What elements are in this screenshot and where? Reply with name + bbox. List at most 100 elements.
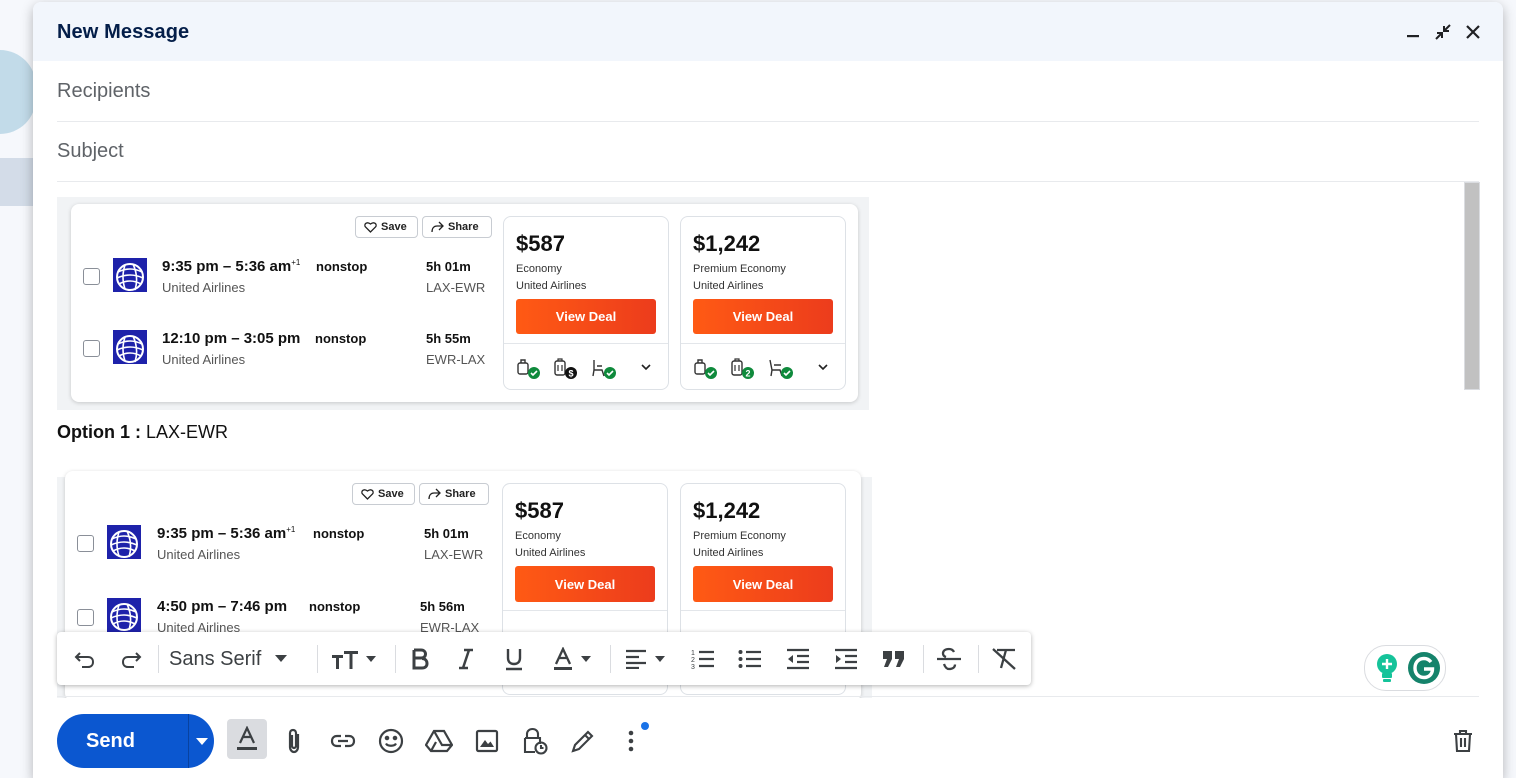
carry-on-bag-icon: [517, 359, 540, 379]
save-label: Save: [381, 221, 407, 233]
align-button[interactable]: [620, 643, 670, 675]
insert-photo-button[interactable]: [470, 724, 504, 758]
checked-bag-icon: $: [554, 358, 577, 379]
redo-button[interactable]: [115, 643, 147, 675]
attach-file-button[interactable]: [277, 724, 311, 758]
minimize-icon: [1407, 35, 1419, 38]
undo-icon: [74, 652, 95, 668]
flight-times: 4:50 pm – 7:46 pm: [157, 598, 288, 615]
recipients-input[interactable]: [57, 62, 1479, 121]
exit-fullscreen-icon: [1435, 24, 1451, 40]
text-size-button[interactable]: [327, 643, 381, 675]
send-button-group: Send: [57, 714, 214, 768]
price-amount: $587: [516, 231, 565, 256]
confidential-mode-button[interactable]: [518, 724, 552, 758]
bold-icon: [412, 648, 429, 670]
share-icon: [428, 488, 441, 500]
heart-icon: [361, 489, 374, 500]
notification-dot: [641, 722, 649, 730]
strikethrough-button[interactable]: [933, 643, 965, 675]
stops-label: nonstop: [309, 599, 361, 614]
airline-name: United Airlines: [157, 547, 241, 562]
svg-text:1: 1: [691, 650, 695, 657]
svg-text:2: 2: [691, 657, 695, 664]
italic-button[interactable]: [451, 643, 481, 675]
option-value: LAX-EWR: [141, 422, 229, 442]
view-deal-button: View Deal: [693, 299, 833, 334]
bold-button[interactable]: [405, 643, 435, 675]
price-option: $587 Economy United Airlines View Deal $: [503, 216, 669, 390]
remove-formatting-button[interactable]: [988, 643, 1020, 675]
minimize-button[interactable]: [1401, 20, 1425, 44]
formatting-options-button[interactable]: [227, 719, 267, 759]
stops-label: nonstop: [315, 331, 367, 346]
toolbar-divider: [395, 645, 396, 673]
flight-times: 9:35 pm – 5:36 am+1: [162, 258, 301, 275]
cabin-class: Economy: [515, 530, 561, 542]
airline-name: United Airlines: [162, 352, 246, 367]
subject-input[interactable]: [57, 122, 1479, 181]
insert-link-button[interactable]: [326, 724, 360, 758]
emoji-icon: [378, 728, 404, 754]
united-airlines-logo-icon: [113, 258, 147, 292]
drive-icon: [425, 729, 453, 753]
send-button[interactable]: Send: [57, 714, 164, 768]
discard-draft-button[interactable]: [1446, 724, 1480, 758]
bulleted-list-button[interactable]: [734, 643, 766, 675]
share-icon: [431, 221, 444, 233]
toolbar-divider: [923, 645, 924, 673]
grammarly-widget[interactable]: [1364, 645, 1446, 691]
insert-emoji-button[interactable]: [374, 724, 408, 758]
formatting-options-icon: [237, 726, 257, 750]
flight-times: 9:35 pm – 5:36 am+1: [157, 525, 296, 542]
amenities-row: 2: [681, 343, 845, 390]
close-icon: [1466, 25, 1480, 39]
indent-less-icon: [787, 648, 809, 670]
photo-icon: [475, 729, 499, 753]
text-color-button[interactable]: [547, 643, 597, 675]
background-nav-highlight: [0, 158, 36, 206]
text-color-icon: [554, 647, 572, 670]
indent-more-button[interactable]: [830, 643, 862, 675]
insert-signature-button[interactable]: [566, 724, 600, 758]
checked-bag-icon: 2: [731, 358, 754, 379]
view-deal-button: View Deal: [693, 566, 833, 602]
subject-row: [57, 122, 1479, 182]
body-scrollbar[interactable]: [1464, 182, 1480, 390]
indent-more-icon: [835, 648, 857, 670]
insert-drive-file-button[interactable]: [422, 724, 456, 758]
background-right-edge: [1502, 0, 1516, 778]
seat-icon: [592, 360, 616, 379]
quote-button[interactable]: [878, 643, 910, 675]
exit-fullscreen-button[interactable]: [1431, 20, 1455, 44]
dropdown-arrow-icon: [366, 655, 376, 662]
expand-chevron-icon: [641, 364, 651, 371]
message-body[interactable]: Save Share 9:35 pm – 5:36 am+1 United Ai…: [57, 182, 1479, 698]
option-caption: Option 1 : LAX-EWR: [57, 422, 228, 443]
remove-formatting-icon: [992, 648, 1016, 670]
font-family-select[interactable]: Sans Serif: [169, 643, 309, 675]
redo-icon: [121, 652, 142, 668]
numbered-list-icon: 123: [691, 650, 714, 670]
cabin-class: Premium Economy: [693, 263, 786, 275]
undo-button[interactable]: [69, 643, 101, 675]
trash-icon: [1454, 729, 1472, 753]
price-airline: United Airlines: [693, 280, 764, 292]
indent-less-button[interactable]: [782, 643, 814, 675]
close-button[interactable]: [1461, 20, 1485, 44]
share-pill: Share: [422, 216, 492, 238]
dropdown-arrow-icon: [581, 655, 591, 662]
toolbar-divider: [317, 645, 318, 673]
numbered-list-button[interactable]: 123: [687, 643, 719, 675]
text-size-icon: [332, 651, 358, 669]
italic-icon: [459, 648, 473, 670]
flight-card: Save Share 9:35 pm – 5:36 am+1 United Ai…: [71, 204, 858, 402]
save-label: Save: [378, 488, 404, 500]
send-options-button[interactable]: [189, 714, 214, 768]
flight-duration: 5h 56m: [420, 599, 465, 614]
underline-button[interactable]: [499, 643, 529, 675]
price-amount: $587: [515, 498, 564, 523]
recipients-row: [57, 62, 1479, 122]
strikethrough-icon: [937, 647, 961, 671]
flight-result-image-1: Save Share 9:35 pm – 5:36 am+1 United Ai…: [57, 197, 869, 410]
